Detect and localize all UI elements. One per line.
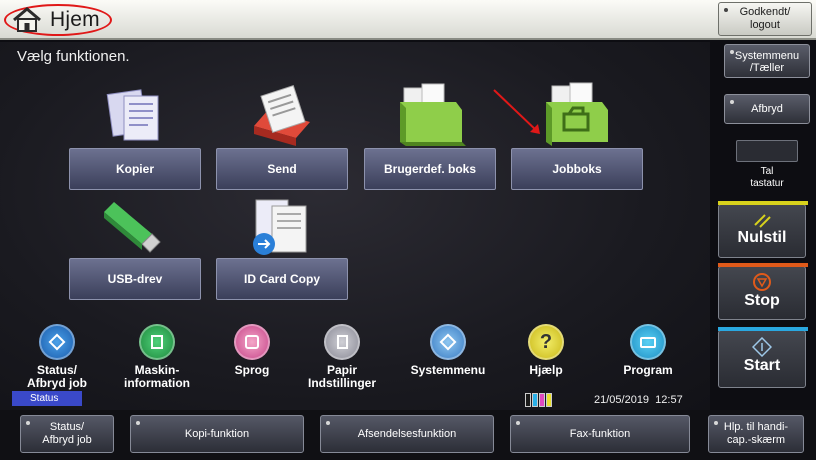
accessibility-display-button[interactable]: Hlp. til handi- cap.-skærm	[708, 415, 804, 453]
system-menu-counter-button[interactable]: Systemmenu /Tæller	[724, 44, 810, 78]
start-indicator	[718, 327, 808, 331]
send-function-button[interactable]: Afsendelsesfunktion	[320, 415, 494, 453]
logout-button[interactable]: Godkendt/ logout	[718, 2, 812, 36]
fax-function-button[interactable]: Fax-funktion	[510, 415, 690, 453]
shortcut-label: Program	[623, 363, 673, 377]
help-icon: ?	[528, 324, 564, 360]
home-icon	[13, 7, 41, 32]
function-tile-usb[interactable]: USB-drev	[69, 258, 201, 300]
page-title: Hjem	[50, 8, 100, 31]
function-tile-send[interactable]: Send	[216, 148, 348, 190]
status-cancel-job-button[interactable]: Status/ Afbryd job	[20, 415, 114, 453]
usb-drive-icon	[104, 202, 161, 253]
function-tile-custom-box[interactable]: Brugerdef. boks	[364, 148, 496, 190]
numeric-keypad-button[interactable]	[736, 140, 798, 162]
id-card-copy-icon	[253, 199, 307, 255]
reset-icon	[754, 214, 771, 228]
function-label: Jobboks	[552, 162, 602, 176]
reset-indicator	[718, 201, 808, 205]
bottom-bar: Status/ Afbryd job Kopi-funktion Afsende…	[0, 410, 816, 460]
program-icon	[630, 324, 666, 360]
copy-function-button[interactable]: Kopi-funktion	[130, 415, 304, 453]
paper-settings-icon	[324, 324, 360, 360]
function-tile-kopier[interactable]: Kopier	[69, 148, 201, 190]
toner-level-icon	[525, 393, 552, 407]
stop-icon	[753, 273, 771, 291]
prompt-text: Vælg funktionen.	[17, 48, 130, 65]
top-bar: Hjem Godkendt/ logout	[0, 0, 816, 40]
status-icon	[39, 324, 75, 360]
main-screen: Vælg funktionen. Kopier Send Brugerdef. …	[0, 42, 710, 410]
shortcut-program[interactable]: Program	[606, 324, 690, 377]
function-label: ID Card Copy	[243, 272, 320, 286]
red-arrow-annotation	[493, 89, 540, 134]
stop-indicator	[718, 263, 808, 267]
interrupt-button[interactable]: Afbryd	[724, 94, 810, 124]
job-box-icon	[546, 82, 608, 146]
shortcut-help[interactable]: ? Hjælp	[504, 324, 588, 377]
system-menu-icon	[430, 324, 466, 360]
copy-documents-icon	[106, 89, 159, 141]
language-icon	[234, 324, 270, 360]
home-button[interactable]: Hjem	[4, 4, 112, 36]
shortcut-language[interactable]: Sprog	[210, 324, 294, 377]
reset-button[interactable]: Nulstil	[718, 201, 808, 258]
function-label: Brugerdef. boks	[383, 162, 476, 176]
shortcut-paper-settings[interactable]: Papir Indstillinger	[300, 324, 384, 390]
shortcut-label: Maskin- information	[124, 363, 190, 390]
shortcut-label: Sprog	[234, 363, 270, 377]
shortcut-machine-info[interactable]: Maskin- information	[115, 324, 199, 390]
stop-label: Stop	[744, 292, 780, 309]
start-label: Start	[743, 357, 781, 374]
shortcut-status[interactable]: Status/ Afbryd job	[15, 324, 99, 390]
status-tab[interactable]: Status	[12, 391, 82, 406]
start-icon	[752, 337, 772, 357]
start-button[interactable]: Start	[718, 327, 808, 388]
date-time: 21/05/2019 12:57	[594, 394, 683, 406]
shortcut-system-menu[interactable]: Systemmenu	[406, 324, 490, 377]
shortcut-label: Hjælp	[529, 363, 563, 377]
shortcut-label: Systemmenu	[410, 363, 486, 377]
function-label: Send	[267, 162, 297, 176]
reset-label: Nulstil	[737, 229, 787, 246]
function-tile-id-card[interactable]: ID Card Copy	[216, 258, 348, 300]
shortcut-label: Status/ Afbryd job	[27, 363, 87, 390]
function-tile-job-box[interactable]: Jobboks	[511, 148, 643, 190]
send-documents-icon	[254, 85, 310, 146]
numeric-keypad-label: Tal tastatur	[750, 166, 784, 189]
shortcut-label: Papir Indstillinger	[307, 363, 376, 390]
function-label: USB-drev	[107, 272, 163, 286]
custom-box-icon	[400, 83, 466, 146]
stop-button[interactable]: Stop	[718, 263, 808, 320]
function-label: Kopier	[115, 162, 154, 176]
machine-info-icon	[139, 324, 175, 360]
